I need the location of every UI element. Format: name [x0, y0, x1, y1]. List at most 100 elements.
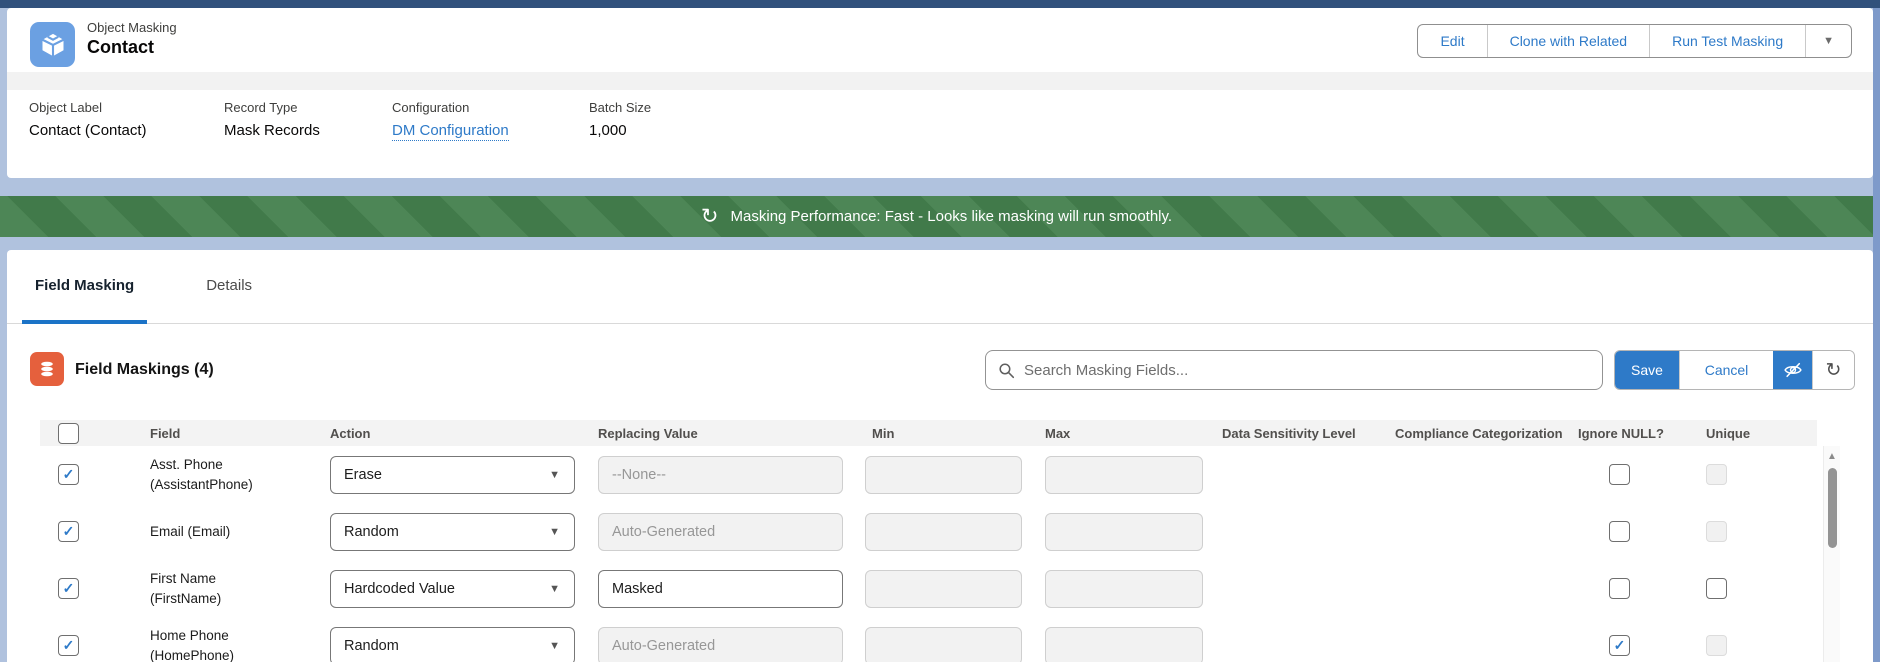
more-actions-dropdown-button[interactable]: ▼ [1806, 25, 1851, 57]
chevron-down-icon: ▼ [549, 526, 560, 538]
field-name-cell: Asst. Phone(AssistantPhone) [150, 455, 330, 495]
banner-message: Masking Performance: Fast - Looks like m… [731, 208, 1173, 225]
tab-details[interactable]: Details [193, 250, 265, 324]
field-name-cell: First Name(FirstName) [150, 569, 330, 609]
unique-checkbox[interactable] [1706, 578, 1727, 599]
replacing-value-input[interactable]: Masked [598, 570, 843, 608]
col-unique: Unique [1700, 426, 1817, 441]
row-select-checkbox[interactable] [58, 635, 79, 656]
field-label-object-label: Object Label [29, 100, 224, 115]
eye-slash-icon [1783, 360, 1803, 380]
chevron-down-icon: ▼ [549, 640, 560, 652]
row-select-checkbox[interactable] [58, 464, 79, 485]
object-type-label: Object Masking [87, 20, 177, 35]
unique-checkbox [1706, 464, 1727, 485]
field-label-batch-size: Batch Size [589, 100, 651, 115]
max-input [1045, 513, 1203, 551]
tab-bar: Field Masking Details [7, 250, 1873, 324]
max-input [1045, 456, 1203, 494]
ignore-null-checkbox[interactable] [1609, 521, 1630, 542]
unique-checkbox [1706, 635, 1727, 656]
field-maskings-toolbar: Field Maskings (4) Search Masking Fields… [7, 324, 1873, 420]
cube-icon [39, 31, 67, 59]
min-input [865, 513, 1022, 551]
ignore-null-checkbox[interactable] [1609, 464, 1630, 485]
sync-icon: ↻ [701, 206, 719, 227]
max-input [1045, 627, 1203, 662]
table-scrollbar[interactable]: ▲ [1823, 446, 1840, 662]
col-field: Field [150, 426, 330, 441]
col-replacing-value: Replacing Value [598, 426, 865, 441]
scroll-up-arrow-icon[interactable]: ▲ [1824, 446, 1840, 462]
record-title-row: Object Masking Contact Edit Clone with R… [7, 8, 1873, 72]
header-divider-band [7, 72, 1873, 90]
save-button[interactable]: Save [1615, 351, 1679, 389]
field-value-object-label: Contact (Contact) [29, 122, 224, 139]
field-maskings-table: Field Action Replacing Value Min Max Dat… [40, 420, 1817, 662]
field-label-record-type: Record Type [224, 100, 392, 115]
field-label-configuration: Configuration [392, 100, 589, 115]
col-action: Action [330, 426, 598, 441]
edit-button[interactable]: Edit [1418, 25, 1487, 57]
row-select-checkbox[interactable] [58, 521, 79, 542]
page-title: Contact [87, 37, 177, 58]
record-header-card: Object Masking Contact Edit Clone with R… [7, 8, 1873, 178]
browser-top-strip [0, 0, 1880, 8]
table-row: First Name(FirstName) Hardcoded Value▼ M… [40, 560, 1817, 617]
scrollbar-thumb[interactable] [1828, 468, 1837, 548]
col-data-sensitivity-level: Data Sensitivity Level [1222, 426, 1395, 441]
toggle-masked-fields-button[interactable] [1773, 351, 1812, 389]
refresh-icon: ↻ [1826, 359, 1842, 382]
main-content-card: Field Masking Details Field Maskings (4)… [7, 250, 1873, 662]
action-select[interactable]: Random▼ [330, 627, 575, 662]
field-value-record-type: Mask Records [224, 122, 392, 139]
col-ignore-null: Ignore NULL? [1575, 426, 1700, 441]
search-icon [998, 362, 1015, 379]
table-row: Home Phone(HomePhone) Random▼ Auto-Gener… [40, 617, 1817, 662]
unique-checkbox [1706, 521, 1727, 542]
record-detail-fields: Object Label Contact (Contact) Record Ty… [29, 90, 1853, 139]
record-action-group: Edit Clone with Related Run Test Masking… [1417, 24, 1852, 58]
ignore-null-checkbox[interactable] [1609, 578, 1630, 599]
col-compliance-categorization: Compliance Categorization [1395, 426, 1575, 441]
row-select-checkbox[interactable] [58, 578, 79, 599]
field-maskings-icon [30, 352, 64, 386]
max-input [1045, 570, 1203, 608]
replacing-value-input: Auto-Generated [598, 513, 843, 551]
refresh-button[interactable]: ↻ [1812, 351, 1854, 389]
page-background-edge [1873, 0, 1880, 662]
min-input [865, 570, 1022, 608]
database-icon [37, 359, 57, 379]
col-max: Max [1045, 426, 1222, 441]
table-action-group: Save Cancel ↻ [1614, 350, 1855, 390]
object-masking-icon [30, 22, 75, 67]
search-placeholder: Search Masking Fields... [1024, 362, 1188, 379]
table-header-row: Field Action Replacing Value Min Max Dat… [40, 420, 1817, 446]
field-name-cell: Home Phone(HomePhone) [150, 626, 330, 662]
chevron-down-icon: ▼ [549, 469, 560, 481]
table-row: Email (Email) Random▼ Auto-Generated [40, 503, 1817, 560]
chevron-down-icon: ▼ [549, 583, 560, 595]
field-name-cell: Email (Email) [150, 522, 330, 542]
configuration-link[interactable]: DM Configuration [392, 122, 509, 141]
table-row: Asst. Phone(AssistantPhone) Erase▼ --Non… [40, 446, 1817, 503]
min-input [865, 456, 1022, 494]
search-masking-fields-input[interactable]: Search Masking Fields... [985, 350, 1603, 390]
section-title: Field Maskings (4) [75, 361, 214, 379]
clone-with-related-button[interactable]: Clone with Related [1488, 25, 1651, 57]
field-value-batch-size: 1,000 [589, 122, 651, 139]
action-select[interactable]: Erase▼ [330, 456, 575, 494]
action-select[interactable]: Random▼ [330, 513, 575, 551]
ignore-null-checkbox[interactable] [1609, 635, 1630, 656]
tab-field-masking[interactable]: Field Masking [22, 250, 147, 324]
run-test-masking-button[interactable]: Run Test Masking [1650, 25, 1806, 57]
replacing-value-input: Auto-Generated [598, 627, 843, 662]
col-min: Min [865, 426, 1045, 441]
action-select[interactable]: Hardcoded Value▼ [330, 570, 575, 608]
chevron-down-icon: ▼ [1823, 35, 1834, 47]
cancel-button[interactable]: Cancel [1679, 351, 1773, 389]
masking-performance-banner: ↻ Masking Performance: Fast - Looks like… [0, 196, 1873, 237]
replacing-value-input: --None-- [598, 456, 843, 494]
min-input [865, 627, 1022, 662]
select-all-checkbox[interactable] [58, 423, 79, 444]
